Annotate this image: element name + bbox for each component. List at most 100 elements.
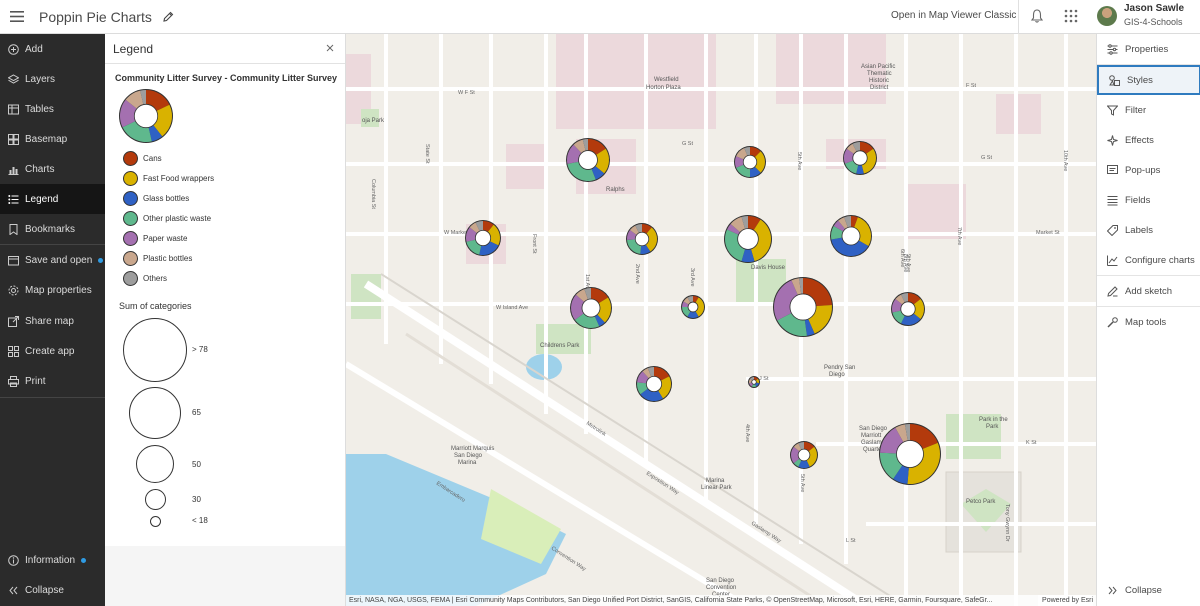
- configure-charts-icon: [1106, 254, 1118, 266]
- size-class-label: 50: [192, 460, 201, 469]
- toolbar-item-add-sketch[interactable]: Add sketch: [1097, 276, 1200, 306]
- chevrons-left-icon: [7, 584, 19, 596]
- road-label-tony: Tony Gwynn Dr: [1004, 504, 1010, 542]
- category-swatch: [123, 270, 138, 286]
- map-label-pendry: Pendry San: [824, 365, 855, 371]
- apps-icon: [7, 345, 19, 357]
- category-label: Others: [143, 273, 168, 283]
- toolbar-item-map-tools[interactable]: Map tools: [1097, 307, 1200, 337]
- tools-icon: [1106, 316, 1118, 328]
- toolbar-item-create-app[interactable]: Create app: [0, 336, 105, 366]
- toolbar-item-label: Charts: [25, 163, 55, 175]
- map-label-ralphs: Ralphs: [606, 187, 625, 193]
- toolbar-item-configure-charts[interactable]: Configure charts: [1097, 245, 1200, 275]
- toolbar-item-layers[interactable]: Layers: [0, 64, 105, 94]
- map-label-gaslamp1: San Diego: [859, 426, 888, 432]
- toolbar-item-label: Labels: [1125, 224, 1153, 236]
- map-view[interactable]: Westfield Horton Plaza Asian Pacific The…: [346, 34, 1096, 606]
- popup-icon: [1106, 164, 1118, 176]
- category-label: Cans: [143, 153, 162, 163]
- bookmark-icon: [7, 223, 19, 235]
- pie-center: [797, 448, 811, 462]
- legend-category-row: Cans: [123, 149, 162, 167]
- toolbar-item-print[interactable]: Print: [0, 366, 105, 396]
- road-label-l-st: L St: [846, 538, 856, 544]
- toolbar-item-label: Map properties: [25, 284, 92, 296]
- toolbar-item-legend[interactable]: Legend: [0, 184, 105, 214]
- pie-center: [751, 379, 757, 385]
- map-label-marina1: Marina: [706, 478, 725, 484]
- attribution-text: Esri, NASA, NGA, USGS, FEMA | Esri Commu…: [349, 597, 993, 604]
- legend-panel-header: Legend: [105, 34, 345, 64]
- map-label-westfield: Westfield: [654, 77, 679, 83]
- toolbar-item-labels[interactable]: Labels: [1097, 215, 1200, 245]
- map-label-convention1: San Diego: [706, 578, 735, 584]
- open-classic-link[interactable]: Open in Map Viewer Classic: [891, 10, 1016, 21]
- close-icon[interactable]: [325, 43, 335, 53]
- user-name[interactable]: Jason Sawle: [1124, 3, 1184, 14]
- map-label-thematic: Thematic: [867, 71, 892, 77]
- notifications-bell-icon[interactable]: [1029, 8, 1045, 24]
- toolbar-item-effects[interactable]: Effects: [1097, 125, 1200, 155]
- map-pie-chart: [465, 220, 501, 256]
- toolbar-item-bookmarks[interactable]: Bookmarks: [0, 214, 105, 244]
- map-pie-chart: [566, 138, 610, 182]
- toolbar-item-information[interactable]: Information: [0, 545, 105, 575]
- label-icon: [1106, 224, 1118, 236]
- pie-center: [900, 301, 916, 317]
- pie-center: [581, 298, 601, 318]
- basemap: Westfield Horton Plaza Asian Pacific The…: [346, 34, 1096, 606]
- toolbar-item-filter[interactable]: Filter: [1097, 95, 1200, 125]
- powered-by-esri[interactable]: Powered by Esri: [1038, 595, 1093, 606]
- user-avatar[interactable]: [1097, 6, 1117, 26]
- road-label-market: Market St: [1036, 230, 1060, 236]
- legend-category-row: Paper waste: [123, 229, 187, 247]
- map-label-marriott3: Marina: [458, 460, 477, 466]
- toolbar-item-popups[interactable]: Pop-ups: [1097, 155, 1200, 185]
- category-swatch: [123, 170, 138, 186]
- map-pie-chart: [734, 146, 766, 178]
- toolbar-collapse-button[interactable]: Collapse: [0, 575, 105, 605]
- add-icon: [7, 43, 19, 55]
- map-pie-chart: [636, 366, 672, 402]
- road-label-5th: 5th Ave: [796, 152, 802, 170]
- toolbar-item-map-properties[interactable]: Map properties: [0, 275, 105, 305]
- unsaved-indicator-dot: [98, 257, 104, 263]
- toolbar-item-share-map[interactable]: Share map: [0, 306, 105, 336]
- road-label-columbia: Columbia St: [370, 179, 376, 209]
- map-pie-chart: [681, 295, 705, 319]
- toolbar-item-save-and-open[interactable]: Save and open: [0, 245, 105, 275]
- toolbar-item-label: Legend: [25, 193, 59, 205]
- map-label-historic: Historic: [869, 78, 889, 84]
- pie-center: [737, 228, 759, 250]
- road-label-k-st: K St: [1026, 440, 1037, 446]
- pie-center: [687, 301, 699, 313]
- road-label-5th-south: 5th Ave: [799, 474, 805, 492]
- pie-center: [474, 229, 492, 247]
- map-pie-chart: [724, 215, 772, 263]
- pie-center: [645, 375, 663, 393]
- legend-icon: [7, 193, 19, 205]
- toolbar-item-add[interactable]: Add: [0, 34, 105, 64]
- legend-category-row: Glass bottles: [123, 189, 189, 207]
- hamburger-menu-icon[interactable]: [2, 0, 32, 34]
- app-launcher-icon[interactable]: [1063, 8, 1079, 24]
- category-label: Glass bottles: [143, 193, 190, 203]
- map-label-asian: Asian Pacific: [861, 64, 895, 70]
- toolbar-item-fields[interactable]: Fields: [1097, 185, 1200, 215]
- pie-center: [789, 293, 817, 321]
- toolbar-item-styles[interactable]: Styles: [1097, 65, 1200, 95]
- legend-category-row: Plastic bottles: [123, 249, 192, 267]
- toolbar-item-label: Collapse: [1125, 584, 1162, 596]
- chevrons-right-icon: [1106, 584, 1118, 596]
- right-toolbar-collapse-button[interactable]: Collapse: [1097, 575, 1200, 605]
- edit-title-icon[interactable]: [160, 9, 176, 25]
- toolbar-item-basemap[interactable]: Basemap: [0, 124, 105, 154]
- legend-layer-title: Community Litter Survey - Community Litt…: [115, 73, 338, 83]
- toolbar-item-properties[interactable]: Properties: [1097, 34, 1200, 64]
- map-label-soja: oja Park: [362, 118, 385, 124]
- toolbar-item-label: Fields: [1125, 194, 1151, 206]
- toolbar-item-label: Create app: [25, 345, 75, 357]
- toolbar-item-tables[interactable]: Tables: [0, 94, 105, 124]
- toolbar-item-charts[interactable]: Charts: [0, 154, 105, 184]
